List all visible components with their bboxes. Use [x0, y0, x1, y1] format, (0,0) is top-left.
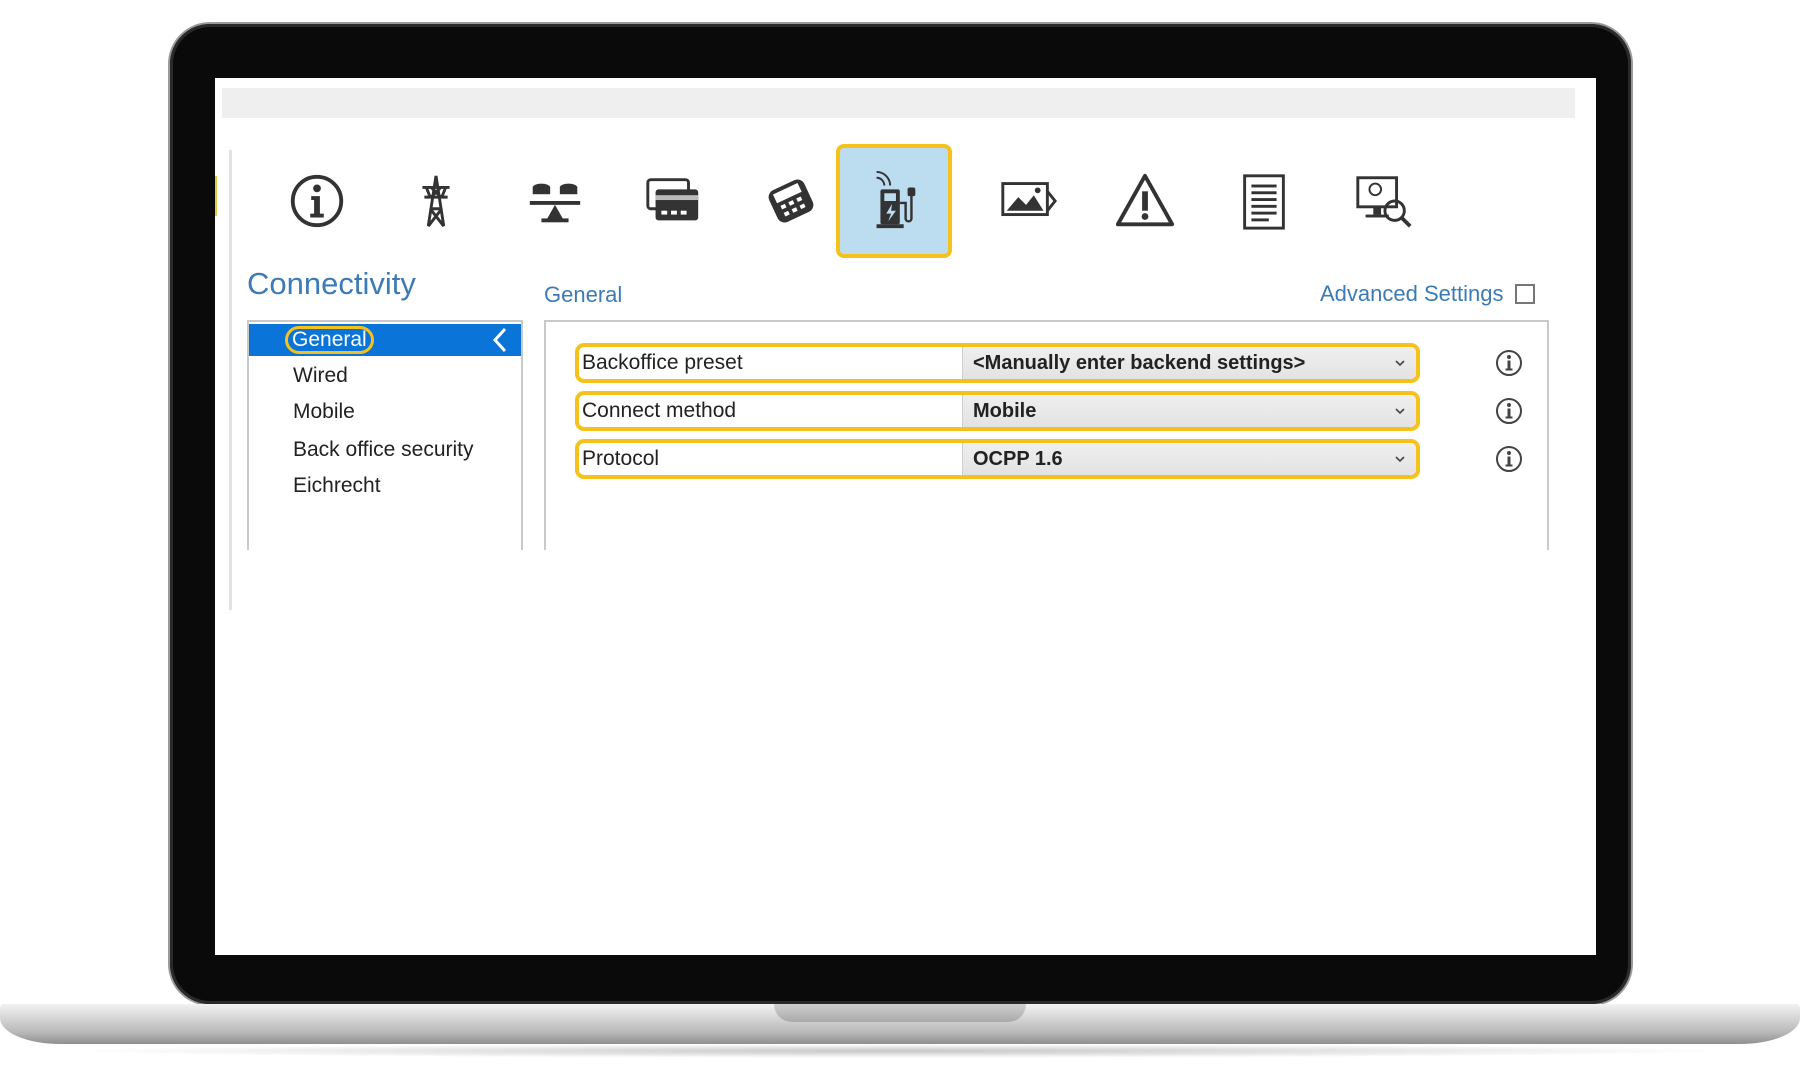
diagnostics-monitor-icon [1356, 176, 1412, 228]
tab-power-grid[interactable] [378, 144, 494, 258]
nav-item-eichrecht[interactable]: Eichrecht [249, 468, 521, 504]
protocol-select[interactable]: OCPP 1.6 [962, 443, 1416, 475]
nav-item-label: Wired [293, 364, 348, 387]
tab-cards[interactable] [615, 144, 731, 258]
power-pylon-icon [422, 175, 450, 228]
connect-method-label: Connect method [582, 399, 737, 422]
backoffice-preset-info-icon[interactable] [1494, 348, 1524, 378]
nav-item-wired[interactable]: Wired [249, 358, 521, 394]
backoffice-preset-label: Backoffice preset [582, 351, 743, 374]
top-bar [222, 88, 1575, 118]
backoffice-preset-value: <Manually enter backend settings> [973, 351, 1306, 374]
toolbar [215, 144, 1596, 274]
warning-icon [1115, 173, 1175, 227]
tab-diagnostics[interactable] [1325, 144, 1441, 258]
tab-payment[interactable] [733, 144, 849, 258]
connect-method-info-icon[interactable] [1494, 396, 1524, 426]
protocol-value: OCPP 1.6 [973, 447, 1063, 470]
nav-item-mobile[interactable]: Mobile [249, 394, 521, 430]
display-image-icon [1001, 182, 1057, 217]
tab-display[interactable] [970, 144, 1086, 258]
chevron-left-icon [492, 327, 507, 353]
load-balance-icon [529, 183, 581, 223]
panel-title: General [544, 282, 623, 307]
chevron-down-icon [1395, 408, 1405, 415]
advanced-settings-checkbox[interactable] [1515, 284, 1536, 304]
nav-item-label: Mobile [293, 400, 355, 423]
protocol-info-icon[interactable] [1494, 444, 1524, 474]
laptop-notch [774, 1004, 1026, 1022]
advanced-settings-label[interactable]: Advanced Settings [1320, 281, 1503, 307]
chevron-down-icon [1395, 360, 1405, 367]
protocol-label: Protocol [582, 447, 660, 470]
laptop-shadow [60, 1044, 1740, 1058]
connect-method-select[interactable]: Mobile [962, 395, 1416, 427]
protocol-row: Protocol OCPP 1.6 [575, 439, 1420, 479]
backoffice-preset-row: Backoffice preset <Manually enter backen… [575, 343, 1420, 383]
document-icon [1243, 174, 1285, 230]
nav-item-back-office-security[interactable]: Back office security [249, 432, 521, 468]
nav-item-general[interactable]: General [249, 324, 521, 356]
connect-method-value: Mobile [973, 399, 1037, 422]
screen: Connectivity General Advanced Settings G… [215, 78, 1596, 955]
chevron-down-icon [1395, 456, 1405, 463]
nav-item-label: Eichrecht [293, 474, 381, 497]
section-title: Connectivity [247, 266, 416, 301]
charging-station-connectivity-icon [876, 170, 916, 229]
tab-connectivity[interactable] [836, 144, 952, 258]
connect-method-row: Connect method Mobile [575, 391, 1420, 431]
tab-info[interactable] [259, 144, 375, 258]
info-icon [290, 174, 344, 228]
settings-nav: General Wired Mobile Back office securit… [247, 320, 523, 550]
backoffice-preset-select[interactable]: <Manually enter backend settings> [962, 347, 1416, 379]
tab-documents[interactable] [1206, 144, 1322, 258]
nav-item-label: Back office security [293, 438, 474, 461]
card-icon [646, 178, 699, 221]
nav-item-label: General [285, 326, 374, 354]
general-settings-panel: Backoffice preset <Manually enter backen… [544, 320, 1549, 550]
payment-terminal-icon [768, 179, 814, 223]
tab-warnings[interactable] [1087, 144, 1203, 258]
tab-load-balancing[interactable] [497, 144, 613, 258]
advanced-settings: Advanced Settings [1320, 281, 1536, 307]
